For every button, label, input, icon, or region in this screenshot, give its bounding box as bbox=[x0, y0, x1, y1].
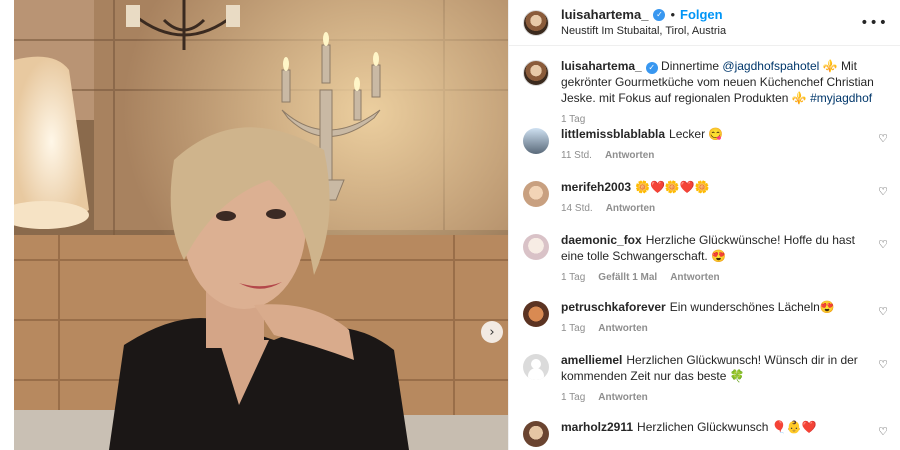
comment-username[interactable]: daemonic_fox bbox=[561, 233, 642, 247]
comment-time[interactable]: 14 Std. bbox=[561, 201, 593, 217]
like-heart-icon[interactable]: ♡ bbox=[878, 132, 888, 145]
avatar[interactable] bbox=[523, 128, 549, 154]
avatar[interactable] bbox=[523, 181, 549, 207]
verified-badge-icon: ✓ bbox=[645, 62, 658, 74]
caption-text: Dinnertime bbox=[657, 59, 723, 73]
comment-username[interactable]: amelliemel bbox=[561, 353, 622, 367]
caption-hashtag[interactable]: #myjagdhof bbox=[810, 91, 872, 105]
comment-time[interactable]: 1 Tag bbox=[561, 270, 585, 286]
reply-button[interactable]: Antworten bbox=[670, 270, 719, 286]
reply-button[interactable]: Antworten bbox=[606, 201, 655, 217]
comments-list: luisahartema_ ✓ Dinnertime @jagdhofspahot… bbox=[509, 46, 900, 450]
restaurant-photo bbox=[14, 0, 508, 450]
like-heart-icon[interactable]: ♡ bbox=[878, 238, 888, 251]
avatar[interactable] bbox=[523, 60, 549, 86]
separator-dot: • bbox=[670, 6, 675, 22]
post-sidebar: luisahartema_ ✓ • Folgen Neustift Im Stu… bbox=[508, 0, 900, 450]
comment-time[interactable]: 11 Std. bbox=[561, 148, 592, 164]
next-image-button[interactable]: › bbox=[481, 321, 503, 343]
caption-username[interactable]: luisahartema_ bbox=[561, 59, 642, 73]
avatar[interactable] bbox=[523, 354, 549, 380]
comment: amelliemel Herzlichen Glückwunsch! Wünsch… bbox=[523, 352, 888, 419]
comment-text: Herzlichen Glückwunsch 🎈👶❤️ bbox=[637, 420, 817, 434]
reply-button[interactable]: Antworten bbox=[598, 390, 647, 406]
more-options-icon[interactable]: ••• bbox=[860, 15, 888, 31]
comment: merifeh2003 🌼❤️🌼❤️🌼 14 Std. Antworten ♡ bbox=[523, 179, 888, 232]
comment-username[interactable]: petruschkaforever bbox=[561, 300, 666, 314]
comment-username[interactable]: marholz2911 bbox=[561, 420, 633, 434]
author-username[interactable]: luisahartema_ bbox=[561, 7, 648, 23]
reply-button[interactable]: Antworten bbox=[598, 321, 647, 337]
like-heart-icon[interactable]: ♡ bbox=[878, 358, 888, 371]
comment-text: Lecker 😋 bbox=[669, 127, 724, 141]
comment-username[interactable]: merifeh2003 bbox=[561, 180, 631, 194]
verified-badge-icon: ✓ bbox=[653, 8, 666, 21]
comment-likes[interactable]: Gefällt 1 Mal bbox=[598, 270, 657, 286]
comment: marholz2911 Herzlichen Glückwunsch 🎈👶❤️ ♡ bbox=[523, 419, 888, 450]
instagram-post-view: › luisahartema_ ✓ • Folgen Neustift Im S… bbox=[0, 0, 900, 450]
location-link[interactable]: Neustift Im Stubaital, Tirol, Austria bbox=[561, 23, 860, 39]
comment: littlemissblablabla Lecker 😋 11 Std. Antwo… bbox=[523, 126, 888, 179]
like-heart-icon[interactable]: ♡ bbox=[878, 185, 888, 198]
comment-time[interactable]: 1 Tag bbox=[561, 390, 585, 406]
avatar[interactable] bbox=[523, 421, 549, 447]
caption-mention[interactable]: @jagdhofspahotel bbox=[722, 59, 819, 73]
author-info: luisahartema_ ✓ • Folgen Neustift Im Stu… bbox=[561, 7, 860, 39]
avatar[interactable] bbox=[523, 301, 549, 327]
comment-text: Ein wunderschönes Lächeln😍 bbox=[669, 300, 835, 314]
like-heart-icon[interactable]: ♡ bbox=[878, 305, 888, 318]
follow-button[interactable]: Folgen bbox=[680, 7, 723, 23]
comment: daemonic_fox Herzliche Glückwünsche! Hoff… bbox=[523, 232, 888, 299]
page-margin bbox=[0, 0, 14, 450]
reply-button[interactable]: Antworten bbox=[605, 148, 654, 164]
comment-text: 🌼❤️🌼❤️🌼 bbox=[635, 180, 710, 194]
avatar[interactable] bbox=[523, 234, 549, 260]
comment-time[interactable]: 1 Tag bbox=[561, 321, 585, 337]
caption: luisahartema_ ✓ Dinnertime @jagdhofspahot… bbox=[523, 58, 888, 126]
comment: petruschkaforever Ein wunderschönes Läche… bbox=[523, 299, 888, 352]
post-header: luisahartema_ ✓ • Folgen Neustift Im Stu… bbox=[509, 0, 900, 46]
like-heart-icon[interactable]: ♡ bbox=[878, 425, 888, 438]
avatar[interactable] bbox=[523, 9, 549, 36]
post-image[interactable]: › bbox=[14, 0, 508, 450]
comment-username[interactable]: littlemissblablabla bbox=[561, 127, 665, 141]
chevron-right-icon: › bbox=[489, 324, 495, 340]
